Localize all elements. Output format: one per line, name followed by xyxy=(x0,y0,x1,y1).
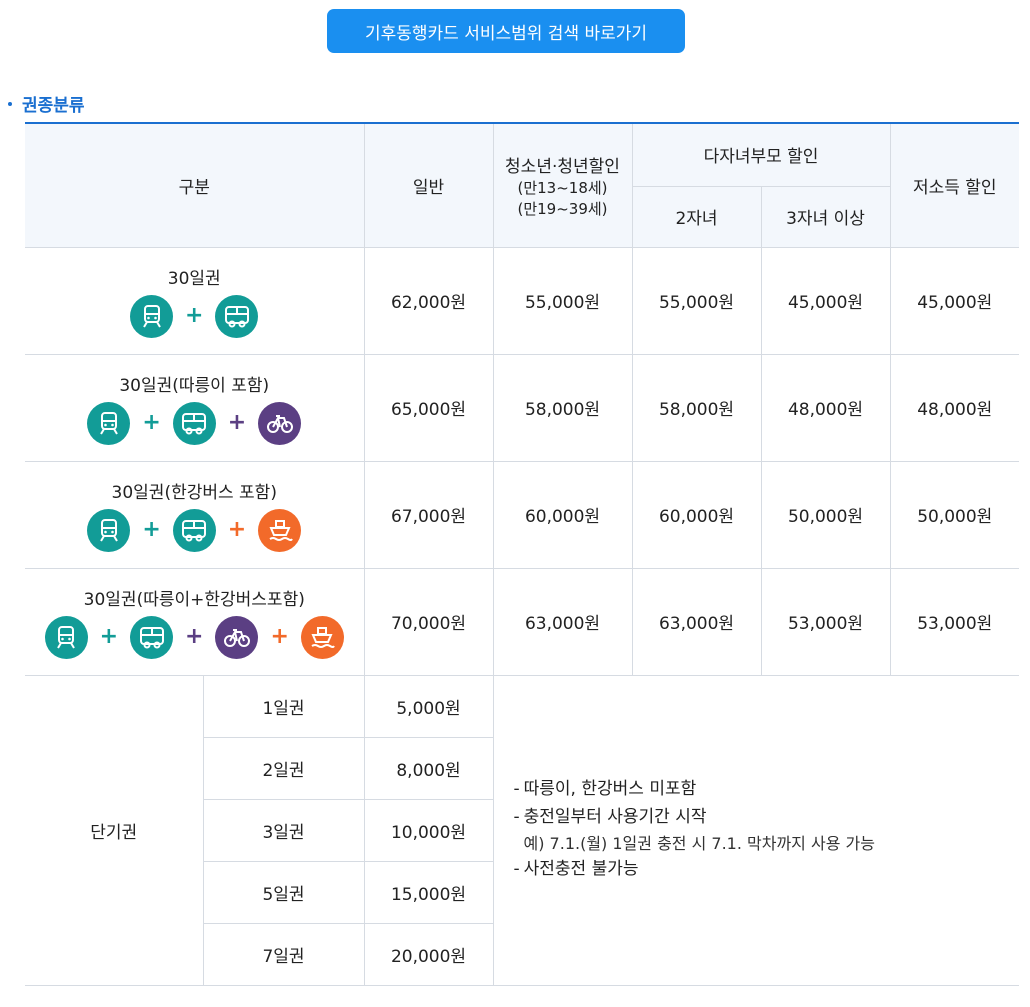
header-three-children: 3자녀 이상 xyxy=(760,185,891,248)
short-pass-price: 10,000원 xyxy=(363,798,493,862)
subway-icon xyxy=(130,294,174,338)
plus-icon: + xyxy=(185,303,204,328)
short-pass-price: 20,000원 xyxy=(363,922,493,986)
short-term-notes: - 따릉이, 한강버스 미포함 - 충전일부터 사용기간 시작 예) 7.1.(월)… xyxy=(492,674,1020,986)
price-youth: 60,000원 xyxy=(492,460,633,569)
price-three-children: 45,000원 xyxy=(760,246,891,355)
note-item: - 사전충전 불가능 xyxy=(513,859,639,880)
price-three-children: 50,000원 xyxy=(760,460,891,569)
price-youth: 58,000원 xyxy=(492,353,633,462)
subway-icon xyxy=(87,401,131,445)
subway-icon xyxy=(87,508,131,552)
short-term-label: 단기권 xyxy=(25,674,204,986)
bicycle-icon xyxy=(258,401,302,445)
pass-cell: 30일권(한강버스 포함) + + xyxy=(25,460,365,569)
price-general: 70,000원 xyxy=(363,567,494,676)
short-pass-name: 1일권 xyxy=(202,674,365,738)
price-low-income: 53,000원 xyxy=(889,567,1020,676)
short-pass-price: 8,000원 xyxy=(363,736,493,800)
pass-name: 30일권 xyxy=(167,268,221,289)
price-general: 67,000원 xyxy=(363,460,494,569)
short-pass-price: 15,000원 xyxy=(363,860,493,924)
plus-icon: + xyxy=(142,410,161,435)
header-two-children: 2자녀 xyxy=(632,185,762,248)
table-row: 30일권(따릉이+한강버스포함) + + + 70,000원 63,000원 6… xyxy=(25,567,1020,676)
price-low-income: 48,000원 xyxy=(889,353,1020,462)
price-three-children: 48,000원 xyxy=(760,353,891,462)
note-item: - 충전일부터 사용기간 시작 xyxy=(513,806,707,827)
pass-name: 30일권(한강버스 포함) xyxy=(111,482,277,503)
bus-icon xyxy=(172,401,216,445)
boat-icon xyxy=(258,508,302,552)
price-youth: 63,000원 xyxy=(492,567,633,676)
price-general: 65,000원 xyxy=(363,353,494,462)
plus-icon: + xyxy=(99,624,119,649)
price-two-children: 55,000원 xyxy=(631,246,762,355)
price-two-children: 58,000원 xyxy=(631,353,762,462)
table-row: 30일권(한강버스 포함) + + 67,000원 60,000원 60,000… xyxy=(25,460,1020,569)
plus-icon: + xyxy=(227,517,247,542)
price-low-income: 45,000원 xyxy=(889,246,1020,355)
price-low-income: 50,000원 xyxy=(889,460,1020,569)
header-category: 구분 xyxy=(25,122,365,248)
pass-cell: 30일권 + xyxy=(25,246,365,355)
header-general: 일반 xyxy=(363,122,494,248)
pass-name: 30일권(따릉이 포함) xyxy=(119,375,270,396)
price-three-children: 53,000원 xyxy=(760,567,891,676)
short-pass-name: 5일권 xyxy=(203,860,365,924)
price-two-children: 60,000원 xyxy=(631,460,762,569)
pass-cell: 30일권(따릉이+한강버스포함) + + + xyxy=(25,567,365,676)
bicycle-icon xyxy=(215,615,259,659)
price-youth: 55,000원 xyxy=(492,246,633,355)
subway-icon xyxy=(44,615,88,659)
table-row: 30일권(따릉이 포함) + + 65,000원 58,000원 58,000원… xyxy=(25,353,1020,462)
short-pass-name: 7일권 xyxy=(203,922,365,986)
bus-icon xyxy=(215,294,259,338)
pass-price-table: 구분 일반 청소년·청년할인 (만13~18세) (만19~39세) 다자녀부모… xyxy=(25,122,1020,986)
header-multi-child: 다자녀부모 할인 xyxy=(631,122,891,187)
service-range-search-button[interactable]: 기후동행카드 서비스범위 검색 바로가기 xyxy=(327,9,685,53)
plus-icon: + xyxy=(142,517,161,542)
note-example: 예) 7.1.(월) 1일권 충전 시 7.1. 막차까지 사용 가능 xyxy=(523,833,875,853)
short-pass-price: 5,000원 xyxy=(363,674,494,738)
boat-icon xyxy=(300,615,344,659)
header-low-income: 저소득 할인 xyxy=(889,122,1020,248)
plus-icon: + xyxy=(185,624,204,649)
pass-cell: 30일권(따릉이 포함) + + xyxy=(25,353,365,462)
note-item: - 따릉이, 한강버스 미포함 xyxy=(513,779,697,800)
short-pass-name: 2일권 xyxy=(203,736,365,800)
price-general: 62,000원 xyxy=(363,246,494,355)
table-row: 단기권 1일권 5,000원 - 따릉이, 한강버스 미포함 - 충전일부터 사용기… xyxy=(25,674,1020,986)
table-row: 30일권 + 62,000원 55,000원 55,000원 45,000원 4… xyxy=(25,246,1020,355)
bus-icon xyxy=(172,508,216,552)
plus-icon: + xyxy=(270,624,289,649)
bullet-dot-icon xyxy=(8,102,12,106)
pass-name: 30일권(따릉이+한강버스포함) xyxy=(83,589,305,610)
short-pass-name: 3일권 xyxy=(203,798,365,862)
price-two-children: 63,000원 xyxy=(631,567,762,676)
plus-icon: + xyxy=(227,410,247,435)
header-youth: 청소년·청년할인 (만13~18세) (만19~39세) xyxy=(492,122,633,248)
section-title: 권종분류 xyxy=(8,91,85,116)
bus-icon xyxy=(130,615,174,659)
